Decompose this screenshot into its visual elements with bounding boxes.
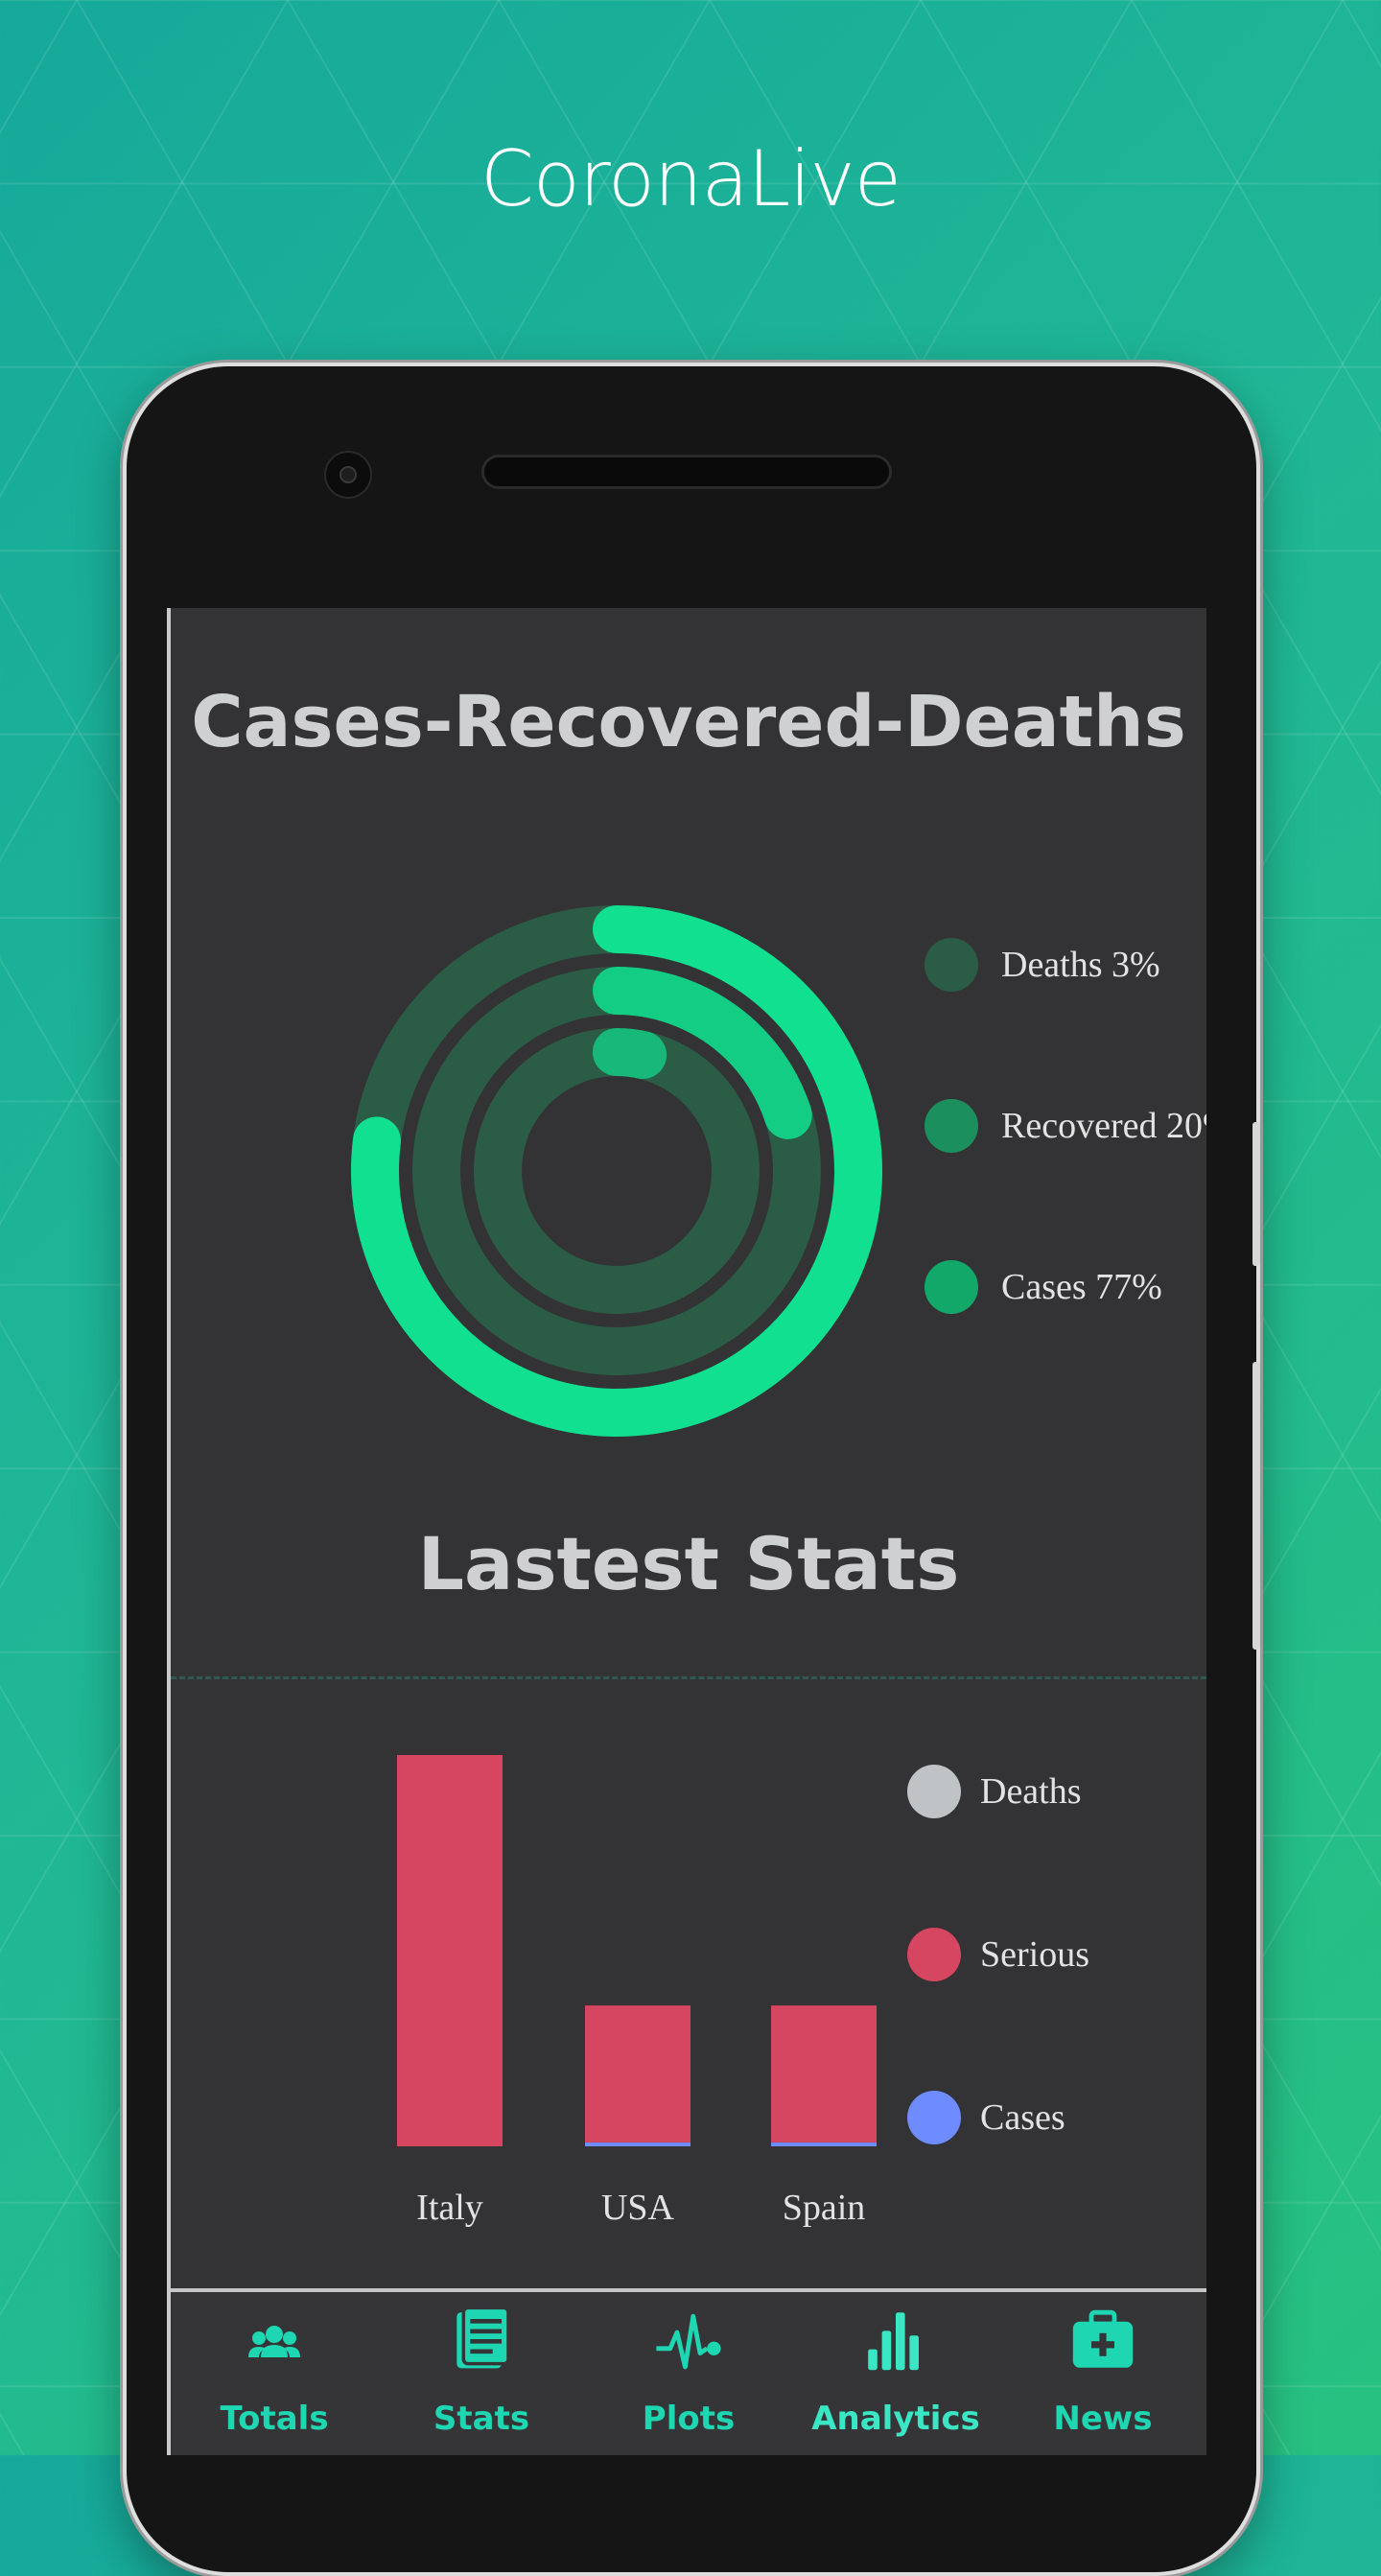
bar-legend-item[interactable]: Serious — [907, 1928, 1089, 1981]
tab-label-analytics: Analytics — [811, 2400, 980, 2438]
tab-label-plots: Plots — [642, 2400, 736, 2438]
clipboard-icon — [456, 2306, 510, 2369]
tab-plots[interactable]: Plots — [585, 2292, 792, 2455]
ring-track-deaths — [474, 1028, 760, 1314]
heartbeat-icon — [656, 2313, 721, 2370]
stacked-bar-chart: Italy USA Spain — [397, 1755, 877, 2228]
bar-legend-item[interactable]: Deaths — [907, 1765, 1082, 1818]
bottom-tab-bar: Totals Stats Plots Analytics News — [171, 2288, 1206, 2455]
tab-totals[interactable]: Totals — [171, 2292, 378, 2455]
bar-usa-serious[interactable] — [585, 2005, 690, 2143]
bar-chart-title: Lastest Stats — [417, 1521, 960, 1606]
bar-chart-icon — [868, 2312, 919, 2371]
legend-dot — [907, 1928, 961, 1981]
app-screen: Cases-Recovered-Deaths Deaths 3% Recovere… — [171, 608, 1206, 2455]
ring-legend-item[interactable]: Recovered 20% — [925, 1099, 1206, 1153]
legend-dot — [925, 1260, 978, 1314]
legend-dot — [925, 938, 978, 992]
front-camera — [324, 451, 372, 499]
bar-italy-serious[interactable] — [397, 1755, 503, 2146]
legend-label: Recovered 20% — [1001, 1106, 1206, 1146]
legend-label: Deaths 3% — [1001, 945, 1160, 985]
ring-legend-item[interactable]: Deaths 3% — [925, 938, 1160, 992]
radial-ring-chart — [351, 905, 882, 1437]
ring-arc-deaths[interactable] — [593, 1028, 667, 1079]
legend-label: Cases 77% — [1001, 1267, 1162, 1307]
legend-label: Cases — [980, 2097, 1065, 2138]
earpiece-speaker — [481, 455, 892, 489]
legend-label: Deaths — [980, 1771, 1082, 1812]
app-title: CoronaLive — [480, 134, 901, 223]
power-button — [1252, 1362, 1260, 1650]
tab-news[interactable]: News — [999, 2292, 1206, 2455]
bar-spain-serious[interactable] — [771, 2005, 877, 2143]
x-tick-label: Spain — [783, 2188, 866, 2228]
tab-analytics[interactable]: Analytics — [792, 2292, 999, 2455]
tab-stats[interactable]: Stats — [378, 2292, 585, 2455]
bar-spain-cases[interactable] — [771, 2142, 877, 2146]
bar-usa-cases[interactable] — [585, 2142, 690, 2146]
volume-button — [1252, 1122, 1260, 1266]
legend-dot — [925, 1099, 978, 1153]
x-tick-label: USA — [601, 2188, 675, 2228]
people-icon — [248, 2326, 300, 2357]
legend-label: Serious — [980, 1934, 1089, 1975]
tab-label-stats: Stats — [433, 2400, 530, 2438]
x-tick-label: Italy — [416, 2188, 483, 2228]
medical-kit-icon — [1072, 2309, 1134, 2368]
ring-chart-title: Cases-Recovered-Deaths — [191, 681, 1186, 763]
tab-label-totals: Totals — [220, 2400, 329, 2438]
section-divider — [171, 1676, 1206, 1679]
legend-dot — [907, 2091, 961, 2144]
legend-dot — [907, 1765, 961, 1818]
tab-label-news: News — [1053, 2400, 1153, 2438]
bar-legend-item[interactable]: Cases — [907, 2091, 1065, 2144]
ring-legend-item[interactable]: Cases 77% — [925, 1260, 1162, 1314]
